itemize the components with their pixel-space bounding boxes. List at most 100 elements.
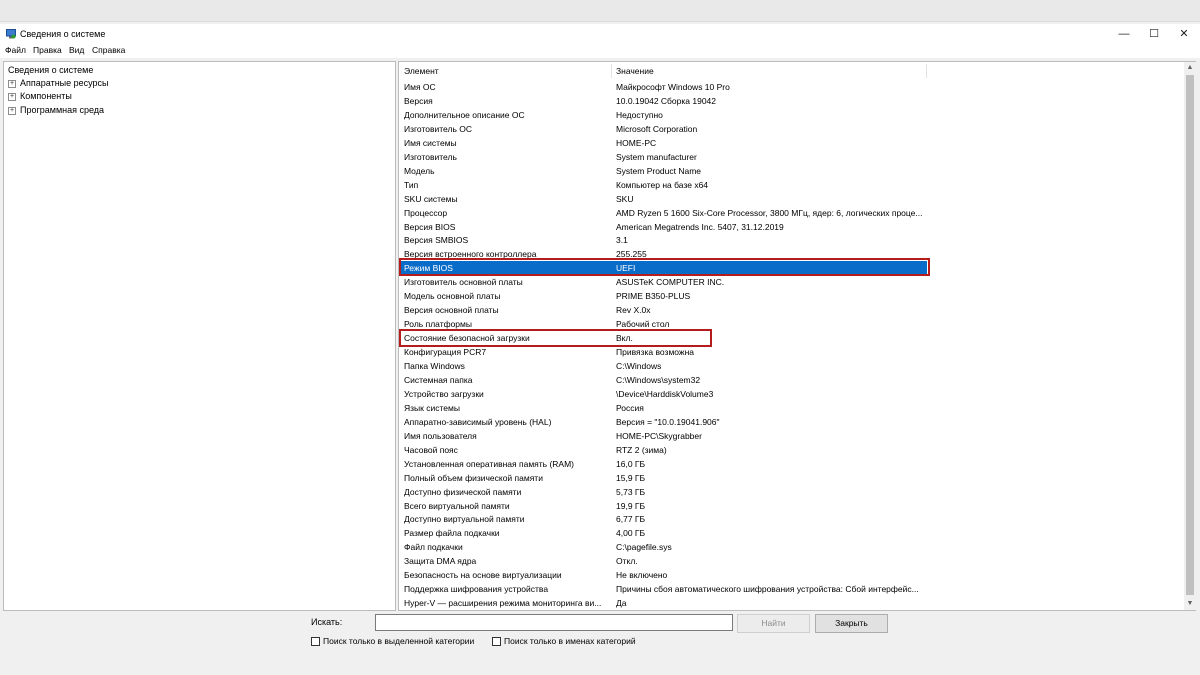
cell-element: Установленная оперативная память (RAM) — [404, 458, 574, 469]
table-row[interactable]: Изготовитель System manufacturer — [400, 150, 927, 164]
cell-value: ASUSTeK COMPUTER INC. — [616, 277, 725, 288]
table-row[interactable]: Файл подкачки C:\pagefile.sys — [400, 540, 927, 554]
scroll-down-arrow-icon[interactable]: ▼ — [1184, 598, 1196, 610]
menu-view[interactable]: Вид — [69, 45, 84, 55]
checkbox-label: Поиск только в выделенной категории — [323, 636, 475, 646]
table-row[interactable]: Изготовитель основной платы ASUSTeK COMPU… — [400, 275, 927, 289]
cell-value: 6,77 ГБ — [616, 514, 646, 525]
cell-value: System manufacturer — [616, 151, 697, 162]
table-row[interactable]: Имя системы HOME-PC — [400, 136, 927, 150]
table-row[interactable]: Версия SMBIOS 3.1 — [400, 233, 927, 247]
table-row[interactable]: Процессор AMD Ryzen 5 1600 Six-Core Proce… — [400, 206, 927, 220]
column-divider[interactable] — [926, 64, 927, 78]
cell-element: Всего виртуальной памяти — [404, 500, 510, 511]
table-row[interactable]: Полный объем физической памяти 15,9 ГБ — [400, 471, 927, 485]
table-row[interactable]: Роль платформы Рабочий стол — [400, 317, 927, 331]
scrollbar-thumb[interactable] — [1186, 75, 1194, 595]
cell-element: Аппаратно-зависимый уровень (HAL) — [404, 416, 552, 427]
scroll-up-arrow-icon[interactable]: ▲ — [1184, 62, 1196, 74]
table-row[interactable]: Имя пользователя HOME-PC\Skygrabber — [400, 429, 927, 443]
table-row[interactable]: Папка Windows C:\Windows — [400, 359, 927, 373]
cell-value: 19,9 ГБ — [616, 500, 646, 511]
table-row[interactable]: Аппаратно-зависимый уровень (HAL) Версия … — [400, 415, 927, 429]
cell-element: Версия встроенного контроллера — [404, 249, 537, 260]
table-row[interactable]: Системная папка C:\Windows\system32 — [400, 373, 927, 387]
minimize-button[interactable]: — — [1109, 24, 1139, 44]
cell-element: Системная папка — [404, 374, 473, 385]
cell-element: Версия — [404, 95, 433, 106]
table-row[interactable]: Безопасность на основе виртуализации Не в… — [400, 568, 927, 582]
table-row[interactable]: Часовой пояс RTZ 2 (зима) — [400, 443, 927, 457]
close-button[interactable]: Закрыть — [815, 614, 888, 633]
cell-value: Да — [616, 598, 627, 609]
table-row[interactable]: Модель System Product Name — [400, 164, 927, 178]
cell-element: Поддержка шифрования устройства — [404, 584, 549, 595]
system-info-icon — [6, 29, 16, 39]
cell-element: SKU системы — [404, 193, 458, 204]
expand-icon[interactable]: + — [8, 79, 16, 88]
table-row[interactable]: Размер файла подкачки 4,00 ГБ — [400, 526, 927, 540]
table-row[interactable]: Язык системы Россия — [400, 401, 927, 415]
table-row[interactable]: Конфигурация PCR7 Привязка возможна — [400, 345, 927, 359]
cell-value: C:\Windows\system32 — [616, 374, 701, 385]
table-row[interactable]: Поддержка шифрования устройства Причины с… — [400, 582, 927, 596]
table-row[interactable]: Устройство загрузки \Device\HarddiskVolum… — [400, 387, 927, 401]
cell-element: Доступно виртуальной памяти — [404, 514, 525, 525]
background-window-strip — [0, 0, 1200, 22]
table-row[interactable]: SKU системы SKU — [400, 192, 927, 206]
close-window-button[interactable]: ✕ — [1169, 24, 1199, 44]
tree-node-hardware-resources[interactable]: + Аппаратные ресурсы — [8, 78, 109, 88]
cell-element: Версия основной платы — [404, 305, 499, 316]
cell-element: Полный объем физической памяти — [404, 472, 543, 483]
vertical-scrollbar[interactable]: ▲ ▼ — [1184, 62, 1196, 610]
table-row[interactable]: Режим BIOS UEFI — [400, 261, 927, 276]
cell-value: 10.0.19042 Сборка 19042 — [616, 95, 716, 106]
list-header: Элемент Значение — [399, 62, 1184, 79]
cell-element: Папка Windows — [404, 361, 465, 371]
table-row[interactable]: Версия 10.0.19042 Сборка 19042 — [400, 94, 927, 108]
table-row[interactable]: Тип Компьютер на базе x64 — [400, 178, 927, 192]
menu-file[interactable]: Файл — [5, 45, 26, 55]
maximize-button[interactable]: ☐ — [1139, 24, 1169, 44]
search-selected-category-option[interactable]: Поиск только в выделенной категории — [311, 636, 475, 647]
table-row[interactable]: Hyper-V — расширения режима мониторинга … — [400, 596, 927, 610]
table-row[interactable]: Состояние безопасной загрузки Вкл. — [400, 331, 927, 345]
checkbox[interactable] — [492, 637, 501, 647]
table-row[interactable]: Доступно физической памяти 5,73 ГБ — [400, 485, 927, 499]
checkbox[interactable] — [311, 637, 320, 647]
table-row[interactable]: Версия BIOS American Megatrends Inc. 5407… — [400, 220, 927, 234]
find-button[interactable]: Найти — [737, 614, 810, 633]
expand-icon[interactable]: + — [8, 106, 16, 115]
table-row[interactable]: Установленная оперативная память (RAM) 16… — [400, 457, 927, 471]
column-header-value[interactable]: Значение — [616, 66, 654, 76]
table-row[interactable]: Дополнительное описание ОС Недоступно — [400, 108, 927, 122]
table-row[interactable]: Защита DMA ядра Откл. — [400, 554, 927, 568]
table-row[interactable]: Имя ОС Майкрософт Windows 10 Pro — [400, 80, 927, 94]
column-header-element[interactable]: Элемент — [404, 66, 439, 76]
table-row[interactable]: Версия встроенного контроллера 255.255 — [400, 247, 927, 261]
tree-node-software-environment[interactable]: + Программная среда — [8, 105, 104, 115]
cell-element: Hyper-V — расширения режима мониторинга … — [404, 598, 602, 609]
tree-node-label: Программная среда — [20, 105, 105, 115]
table-row[interactable]: Изготовитель ОС Microsoft Corporation — [400, 122, 927, 136]
table-row[interactable]: Всего виртуальной памяти 19,9 ГБ — [400, 499, 927, 513]
cell-element: Режим BIOS — [404, 263, 453, 274]
cell-element: Безопасность на основе виртуализации — [404, 570, 562, 581]
menu-help[interactable]: Справка — [92, 45, 125, 55]
search-category-names-option[interactable]: Поиск только в именах категорий — [492, 636, 636, 647]
cell-value: 16,0 ГБ — [616, 458, 646, 469]
expand-icon[interactable]: + — [8, 92, 16, 101]
tree-node-components[interactable]: + Компоненты — [8, 91, 72, 101]
category-tree: Сведения о системе + Аппаратные ресурсы +… — [3, 61, 396, 611]
menu-edit[interactable]: Правка — [33, 45, 62, 55]
search-label: Искать: — [311, 617, 343, 627]
table-row[interactable]: Доступно виртуальной памяти 6,77 ГБ — [400, 512, 927, 526]
cell-value: Вкл. — [616, 333, 633, 344]
tree-root-system-summary[interactable]: Сведения о системе — [8, 65, 93, 75]
table-row[interactable]: Версия основной платы Rev X.0x — [400, 303, 927, 317]
search-input[interactable] — [375, 614, 733, 631]
table-row[interactable]: Модель основной платы PRIME B350-PLUS — [400, 289, 927, 303]
cell-element: Файл подкачки — [404, 542, 463, 553]
column-divider[interactable] — [611, 64, 612, 78]
cell-element: Дополнительное описание ОС — [404, 109, 525, 120]
